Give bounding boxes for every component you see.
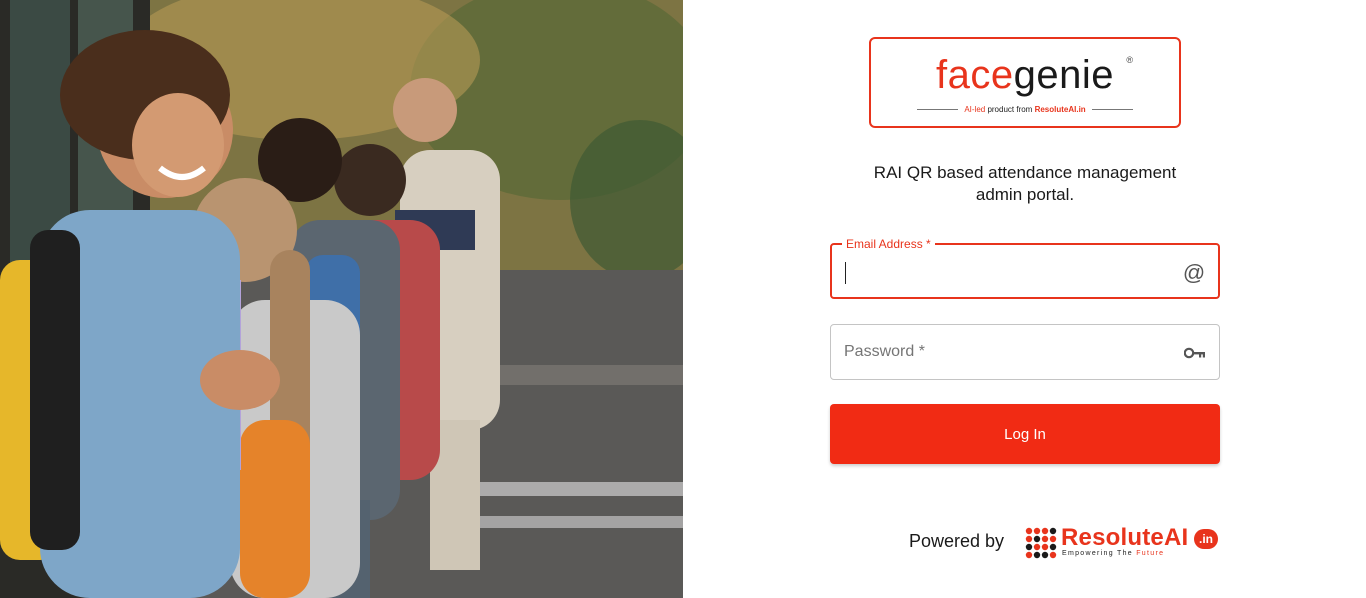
divider xyxy=(917,108,959,110)
subtitle-line-1: RAI QR based attendance management xyxy=(873,163,1177,182)
logo-tagline-text: AI-led product from ResoluteAI.in xyxy=(964,105,1085,114)
resoluteai-logo: ResoluteAI .in Empowering The Future xyxy=(1024,524,1220,562)
text-caret xyxy=(845,262,846,284)
at-icon: @ xyxy=(1182,260,1206,285)
tagline-brand: ResoluteAI.in xyxy=(1034,104,1086,114)
registered-mark: ® xyxy=(1126,55,1133,65)
tagline-middle: product from xyxy=(985,104,1035,114)
tagline-ai-led: AI-led xyxy=(964,104,986,114)
key-icon xyxy=(1183,341,1207,365)
hero-photo-illustration xyxy=(0,0,683,598)
email-label: Email Address * xyxy=(842,236,935,252)
resoluteai-mark-icon xyxy=(1025,527,1057,559)
resoluteai-tagline: Empowering The Future xyxy=(1062,550,1164,557)
password-field[interactable]: Password * xyxy=(830,324,1220,380)
hero-photo xyxy=(0,0,683,598)
facegenie-logo: facegenie ® AI-led product from Resolute… xyxy=(869,37,1181,128)
resoluteai-in-badge: .in xyxy=(1194,529,1218,549)
logo-tagline: AI-led product from ResoluteAI.in xyxy=(917,103,1134,115)
email-field[interactable]: Email Address * @ xyxy=(830,236,1220,299)
resoluteai-wordmark: ResoluteAI xyxy=(1061,524,1189,551)
subtitle-line-2: admin portal. xyxy=(975,185,1075,204)
logo-genie: genie xyxy=(1013,53,1114,97)
password-placeholder: Password * xyxy=(844,343,925,360)
login-button[interactable]: Log In xyxy=(830,404,1220,464)
powered-by-text: Powered by xyxy=(909,531,1005,551)
tagline-empowering: Empowering The xyxy=(1062,550,1137,557)
page-subtitle: RAI QR based attendance management admin… xyxy=(830,162,1220,206)
divider xyxy=(1091,108,1134,110)
logo-face: face xyxy=(936,53,1014,97)
tagline-future: Future xyxy=(1136,550,1165,557)
